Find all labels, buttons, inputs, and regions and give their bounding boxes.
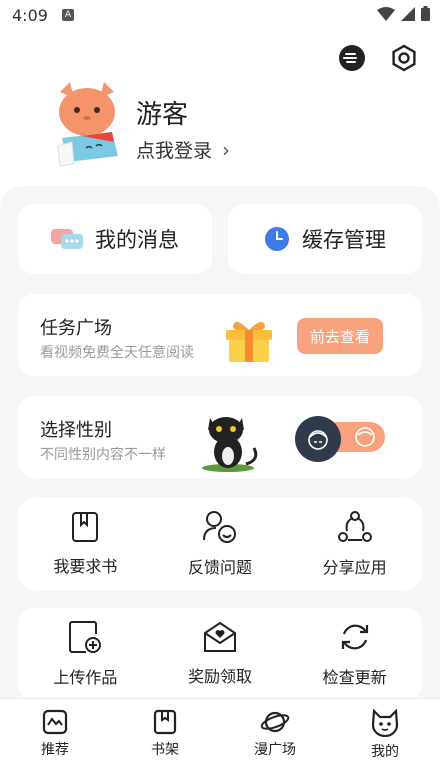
gender-subtitle: 不同性别内容不一样 xyxy=(40,447,166,463)
cache-card[interactable]: 缓存管理 xyxy=(228,204,422,274)
top-icons xyxy=(336,42,420,74)
username: 游客 xyxy=(136,100,189,130)
bottom-tab-bar: 推荐 书架 漫广场 我的 xyxy=(0,698,440,770)
reward-icon xyxy=(204,621,236,652)
black-cat-illustration xyxy=(198,414,262,472)
share-app-button[interactable]: 分享应用 xyxy=(287,498,422,590)
gender-toggle[interactable] xyxy=(295,416,385,462)
theme-toggle-icon[interactable] xyxy=(336,42,368,74)
gift-icon xyxy=(224,318,274,362)
claim-reward-button[interactable]: 奖励领取 xyxy=(153,608,288,700)
upload-icon xyxy=(69,621,102,653)
battery-icon xyxy=(421,6,430,21)
feedback-button[interactable]: 反馈问题 xyxy=(153,498,288,590)
settings-icon[interactable] xyxy=(388,42,420,74)
messages-label: 我的消息 xyxy=(95,228,179,252)
cache-label: 缓存管理 xyxy=(302,228,386,252)
tab-mine[interactable]: 我的 xyxy=(330,699,440,770)
claim-reward-label: 奖励领取 xyxy=(188,667,253,686)
login-link[interactable]: 点我登录 › xyxy=(136,136,230,163)
view-tasks-button[interactable]: 前去查看 xyxy=(297,318,383,354)
tab-recommend-label: 推荐 xyxy=(41,742,69,758)
female-icon xyxy=(353,425,377,453)
upload-work-label: 上传作品 xyxy=(53,668,118,687)
cat-face-icon xyxy=(371,709,399,737)
feedback-icon xyxy=(203,511,236,543)
gender-title: 选择性别 xyxy=(40,420,112,441)
status-icons xyxy=(377,6,430,21)
status-time: 4:09 xyxy=(12,5,48,25)
profile-section[interactable]: 游客 点我登录 › xyxy=(52,80,412,170)
planet-icon xyxy=(260,711,290,733)
share-app-label: 分享应用 xyxy=(322,558,387,577)
tab-mine-label: 我的 xyxy=(371,744,399,760)
chevron-right-icon: › xyxy=(222,137,231,162)
tab-bookshelf-label: 书架 xyxy=(151,742,179,758)
tab-comic-square-label: 漫广场 xyxy=(254,742,296,758)
signal-icon xyxy=(401,6,415,21)
wifi-icon xyxy=(377,6,395,21)
feedback-label: 反馈问题 xyxy=(188,558,253,577)
request-book-label: 我要求书 xyxy=(53,557,118,576)
book-icon xyxy=(72,512,99,542)
clock-icon xyxy=(265,227,289,251)
status-bar: 4:09 A xyxy=(0,0,440,30)
tab-recommend[interactable]: 推荐 xyxy=(0,699,110,770)
tools-grid-2: 上传作品 奖励领取 检查更新 xyxy=(18,608,422,700)
avatar[interactable] xyxy=(52,80,122,170)
task-title: 任务广场 xyxy=(40,318,112,339)
check-update-button[interactable]: 检查更新 xyxy=(287,608,422,700)
check-update-label: 检查更新 xyxy=(322,668,387,687)
recommend-icon xyxy=(42,709,68,735)
task-subtitle: 看视频免费全天任意阅读 xyxy=(40,345,194,361)
bookshelf-icon xyxy=(153,709,177,735)
chat-bubble-icon xyxy=(51,229,83,249)
task-card[interactable]: 任务广场 看视频免费全天任意阅读 前去查看 xyxy=(18,294,422,376)
share-icon xyxy=(337,511,372,542)
gender-card[interactable]: 选择性别 不同性别内容不一样 xyxy=(18,396,422,478)
request-book-button[interactable]: 我要求书 xyxy=(18,498,153,590)
tab-bookshelf[interactable]: 书架 xyxy=(110,699,220,770)
male-icon xyxy=(295,416,341,462)
refresh-icon xyxy=(341,624,368,650)
notification-icon: A xyxy=(61,9,74,21)
tab-comic-square[interactable]: 漫广场 xyxy=(220,699,330,770)
tools-grid-1: 我要求书 反馈问题 分享应用 xyxy=(18,498,422,590)
messages-card[interactable]: 我的消息 xyxy=(18,204,212,274)
login-label[interactable]: 点我登录 xyxy=(136,136,212,163)
upload-work-button[interactable]: 上传作品 xyxy=(18,608,153,700)
